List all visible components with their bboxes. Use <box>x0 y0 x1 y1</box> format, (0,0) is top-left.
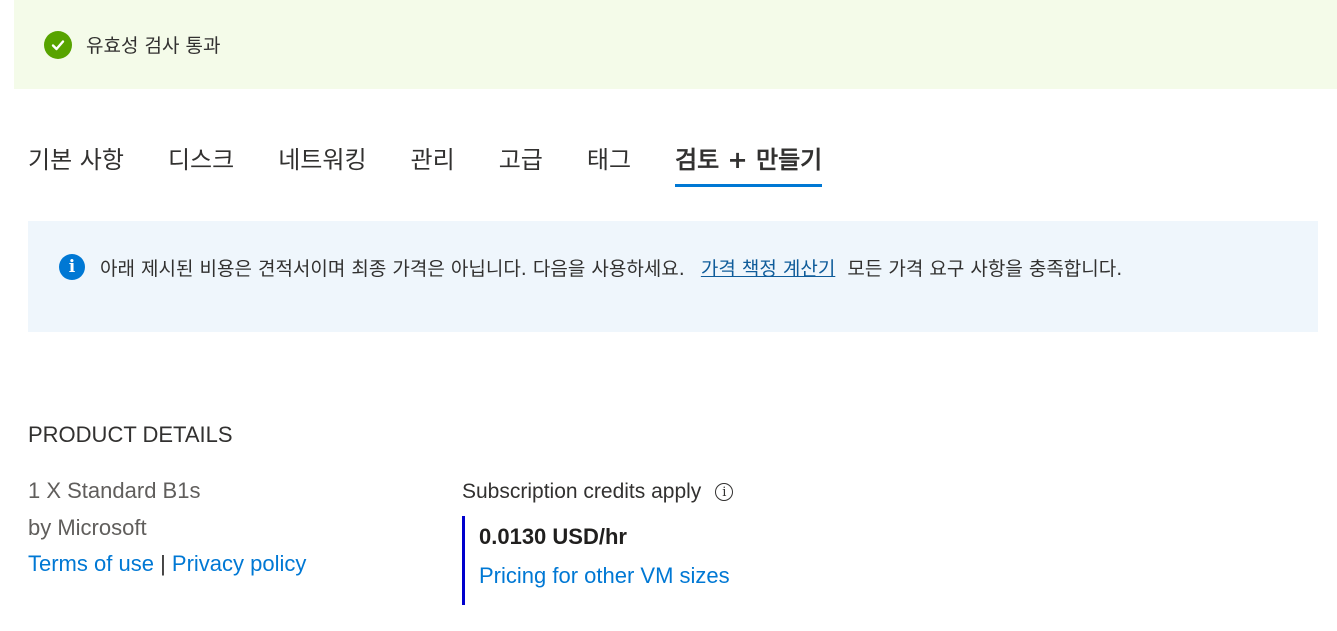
price-block: 0.0130 USD/hr Pricing for other VM sizes <box>462 516 730 605</box>
pricing-info-box: i 아래 제시된 비용은 견적서이며 최종 가격은 아닙니다. 다음을 사용하세… <box>28 221 1318 332</box>
info-text-after: 모든 가격 요구 사항을 충족합니다. <box>847 258 1123 280</box>
wizard-tabs: 기본 사항 디스크 네트워킹 관리 고급 태그 검토 + 만들기 <box>28 128 866 188</box>
product-links: Terms of use | Privacy policy <box>28 551 306 577</box>
product-name: 1 X Standard B1s <box>28 478 201 503</box>
check-circle-icon <box>44 30 72 59</box>
validation-banner: 유효성 검사 통과 <box>14 0 1337 89</box>
pricing-info-text: 아래 제시된 비용은 견적서이며 최종 가격은 아닙니다. 다음을 사용하세요.… <box>100 254 1122 281</box>
credits-label-text: Subscription credits apply <box>462 480 702 503</box>
tab-review-create[interactable]: 검토 + 만들기 <box>675 128 823 187</box>
subscription-credits-label: Subscription credits apply i <box>462 480 734 504</box>
privacy-policy-link[interactable]: Privacy policy <box>172 551 306 576</box>
product-publisher: by Microsoft <box>28 515 147 540</box>
info-icon: i <box>59 254 85 280</box>
tab-networking[interactable]: 네트워킹 <box>278 128 366 174</box>
tab-tags[interactable]: 태그 <box>587 128 631 174</box>
info-text-before: 아래 제시된 비용은 견적서이며 최종 가격은 아닙니다. 다음을 사용하세요. <box>100 258 685 280</box>
info-outline-icon[interactable]: i <box>715 483 734 501</box>
product-details-title: PRODUCT DETAILS <box>28 422 233 447</box>
pricing-calculator-link[interactable]: 가격 책정 계산기 <box>701 258 835 280</box>
tab-basics[interactable]: 기본 사항 <box>28 128 124 174</box>
validation-status-text: 유효성 검사 통과 <box>86 35 221 57</box>
pricing-other-sizes-link[interactable]: Pricing for other VM sizes <box>479 563 730 589</box>
terms-of-use-link[interactable]: Terms of use <box>28 551 154 576</box>
tab-advanced[interactable]: 고급 <box>499 128 543 174</box>
tab-management[interactable]: 관리 <box>411 128 455 174</box>
price-value: 0.0130 USD/hr <box>479 524 627 549</box>
link-separator: | <box>160 551 166 576</box>
tab-disks[interactable]: 디스크 <box>168 128 234 174</box>
